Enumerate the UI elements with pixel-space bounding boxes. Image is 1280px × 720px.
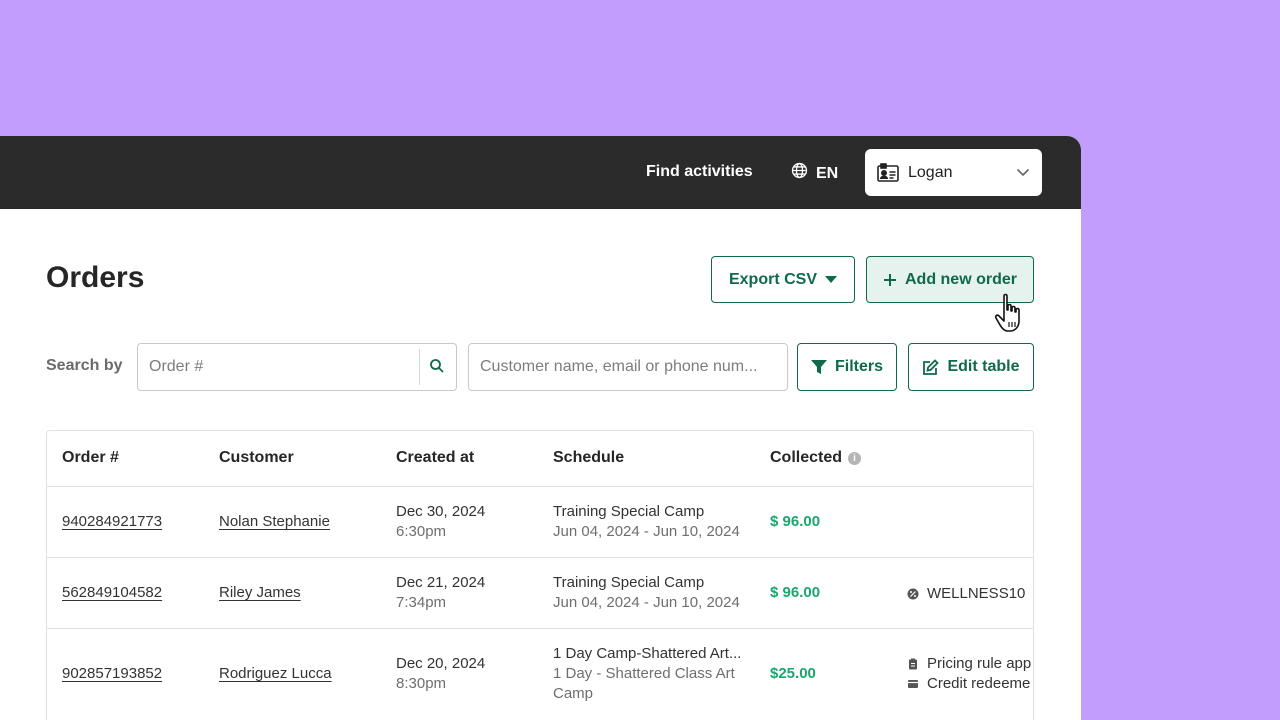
page-title: Orders xyxy=(46,261,145,294)
schedule-title: Training Special Camp xyxy=(553,503,705,520)
created-date: Dec 21, 2024 xyxy=(396,574,486,591)
order-number-input[interactable] xyxy=(137,343,457,391)
adjustments-cell: Pricing rule app Credit redeeme xyxy=(907,654,1031,694)
schedule-title: Training Special Camp xyxy=(553,574,705,591)
schedule-cell: Training Special Camp Jun 04, 2024 - Jun… xyxy=(553,502,740,542)
globe-icon xyxy=(791,162,808,185)
discount-icon xyxy=(907,588,919,600)
export-csv-button[interactable]: Export CSV xyxy=(711,256,855,303)
column-header-created-at[interactable]: Created at xyxy=(396,449,474,467)
credit-text: Credit redeeme xyxy=(927,675,1031,692)
customer-link[interactable]: Rodriguez Lucca xyxy=(219,665,332,682)
schedule-title: 1 Day Camp-Shattered Art... xyxy=(553,645,742,662)
created-at-cell: Dec 30, 2024 6:30pm xyxy=(396,502,485,542)
created-date: Dec 20, 2024 xyxy=(396,655,486,672)
schedule-dates-continued: Camp xyxy=(553,685,594,702)
id-card-icon xyxy=(877,162,899,183)
column-header-order[interactable]: Order # xyxy=(62,449,119,467)
search-divider xyxy=(419,349,420,385)
add-new-order-label: Add new order xyxy=(904,270,1017,288)
collected-amount: $ 96.00 xyxy=(770,584,821,601)
schedule-dates: Jun 04, 2024 - Jun 10, 2024 xyxy=(553,523,740,540)
schedule-dates: Jun 04, 2024 - Jun 10, 2024 xyxy=(553,594,740,611)
created-time: 7:34pm xyxy=(396,594,447,611)
collected-amount: $ 96.00 xyxy=(770,513,821,530)
language-selector[interactable]: EN xyxy=(791,162,838,185)
column-header-schedule[interactable]: Schedule xyxy=(553,449,624,467)
export-csv-label: Export CSV xyxy=(728,270,817,288)
column-header-collected[interactable]: Collected i xyxy=(770,449,862,467)
pricing-rule-text: Pricing rule app xyxy=(927,655,1032,672)
customer-search-input[interactable] xyxy=(468,343,788,391)
schedule-cell: 1 Day Camp-Shattered Art... 1 Day - Shat… xyxy=(553,644,741,704)
language-label: EN xyxy=(816,164,839,182)
created-at-cell: Dec 20, 2024 8:30pm xyxy=(396,654,485,694)
hand-cursor-icon xyxy=(994,293,1020,332)
customer-link[interactable]: Riley James xyxy=(219,584,301,601)
schedule-cell: Training Special Camp Jun 04, 2024 - Jun… xyxy=(553,573,740,613)
user-dropdown[interactable]: Logan xyxy=(865,149,1042,196)
credit-tag: Credit redeeme xyxy=(907,674,1031,694)
column-header-collected-label: Collected xyxy=(770,449,843,466)
edit-table-button[interactable]: Edit table xyxy=(908,343,1034,391)
search-by-label: Search by xyxy=(46,357,123,374)
search-icon[interactable] xyxy=(429,358,445,374)
filter-icon xyxy=(810,359,827,374)
edit-table-label: Edit table xyxy=(947,358,1020,375)
schedule-dates: 1 Day - Shattered Class Art xyxy=(553,665,735,682)
created-at-cell: Dec 21, 2024 7:34pm xyxy=(396,573,485,613)
created-time: 8:30pm xyxy=(396,675,447,692)
pricing-rule-tag: Pricing rule app xyxy=(907,654,1031,674)
order-number-link[interactable]: 940284921773 xyxy=(62,513,162,530)
table-header: Order # Customer Created at Schedule Col… xyxy=(47,431,1033,487)
table-row[interactable]: 902857193852 Rodriguez Lucca Dec 20, 202… xyxy=(47,629,1033,719)
edit-icon xyxy=(923,358,940,375)
created-date: Dec 30, 2024 xyxy=(396,503,486,520)
collected-amount: $25.00 xyxy=(770,665,816,682)
discount-tag: WELLNESS10 xyxy=(907,584,1025,604)
info-icon[interactable]: i xyxy=(848,452,862,465)
order-number-link[interactable]: 902857193852 xyxy=(62,665,162,682)
table-row[interactable]: 940284921773 Nolan Stephanie Dec 30, 202… xyxy=(47,487,1033,558)
find-activities-link[interactable]: Find activities xyxy=(646,162,753,182)
orders-table: Order # Customer Created at Schedule Col… xyxy=(46,430,1034,720)
caret-down-icon xyxy=(825,275,837,283)
created-time: 6:30pm xyxy=(396,523,447,540)
user-name: Logan xyxy=(908,163,953,181)
top-navbar: Find activities EN Logan xyxy=(0,136,1081,209)
filters-label: Filters xyxy=(834,358,883,375)
column-header-customer[interactable]: Customer xyxy=(219,449,294,467)
credit-icon xyxy=(908,680,918,688)
app-window: Find activities EN Logan Orders Export C… xyxy=(0,136,1081,720)
customer-link[interactable]: Nolan Stephanie xyxy=(219,513,330,530)
discount-code: WELLNESS10 xyxy=(927,585,1026,602)
plus-icon xyxy=(883,273,896,286)
pricing-rule-icon xyxy=(909,658,917,670)
filters-button[interactable]: Filters xyxy=(797,343,897,391)
chevron-down-icon xyxy=(1016,168,1030,177)
table-row[interactable]: 562849104582 Riley James Dec 21, 2024 7:… xyxy=(47,558,1033,629)
order-number-link[interactable]: 562849104582 xyxy=(62,584,162,601)
